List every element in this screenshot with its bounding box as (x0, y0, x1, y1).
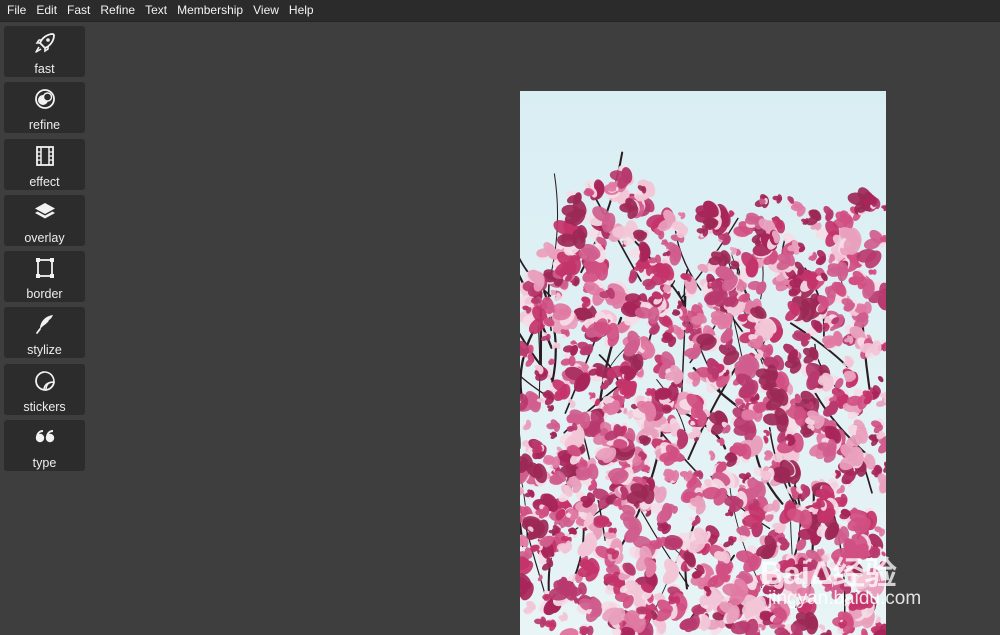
menu-refine[interactable]: Refine (95, 0, 140, 21)
tool-stickers-label: stickers (23, 399, 66, 414)
menu-view[interactable]: View (248, 0, 284, 21)
watermark-url: jingyan.baidu.com (768, 588, 922, 609)
tool-fast[interactable]: fast (4, 26, 85, 77)
layers-icon (33, 200, 57, 224)
frame-icon (33, 256, 57, 280)
menu-membership[interactable]: Membership (172, 0, 248, 21)
menu-fast[interactable]: Fast (62, 0, 95, 21)
menu-bar: File Edit Fast Refine Text Membership Vi… (0, 0, 1000, 22)
rocket-icon (33, 31, 57, 55)
tool-refine[interactable]: refine (4, 82, 85, 134)
tool-border[interactable]: border (4, 251, 85, 303)
tool-stylize[interactable]: stylize (4, 307, 85, 359)
tool-type-label: type (32, 456, 57, 471)
tool-stickers[interactable]: stickers (4, 363, 85, 415)
menu-file[interactable]: File (0, 0, 31, 21)
tool-border-label: border (26, 287, 63, 302)
quote-icon (33, 425, 57, 449)
tool-type[interactable]: type (4, 420, 85, 472)
tool-stylize-label: stylize (27, 343, 62, 358)
tool-overlay[interactable]: overlay (4, 194, 85, 246)
menu-help[interactable]: Help (284, 0, 319, 21)
tool-fast-label: fast (34, 62, 55, 76)
sticker-icon (33, 369, 57, 393)
tool-effect[interactable]: effect (4, 138, 85, 190)
menu-edit[interactable]: Edit (31, 0, 62, 21)
tool-overlay-label: overlay (24, 230, 65, 245)
menu-text[interactable]: Text (140, 0, 172, 21)
tool-effect-label: effect (29, 174, 60, 189)
refine-icon (33, 87, 57, 111)
film-icon (33, 144, 57, 168)
tool-sidebar: fast refine effect overlay border styliz… (4, 26, 85, 476)
tool-refine-label: refine (28, 118, 61, 133)
watermark: BaiΔ经验 jingyan.baidu.com (760, 548, 960, 618)
feather-icon (33, 312, 57, 336)
